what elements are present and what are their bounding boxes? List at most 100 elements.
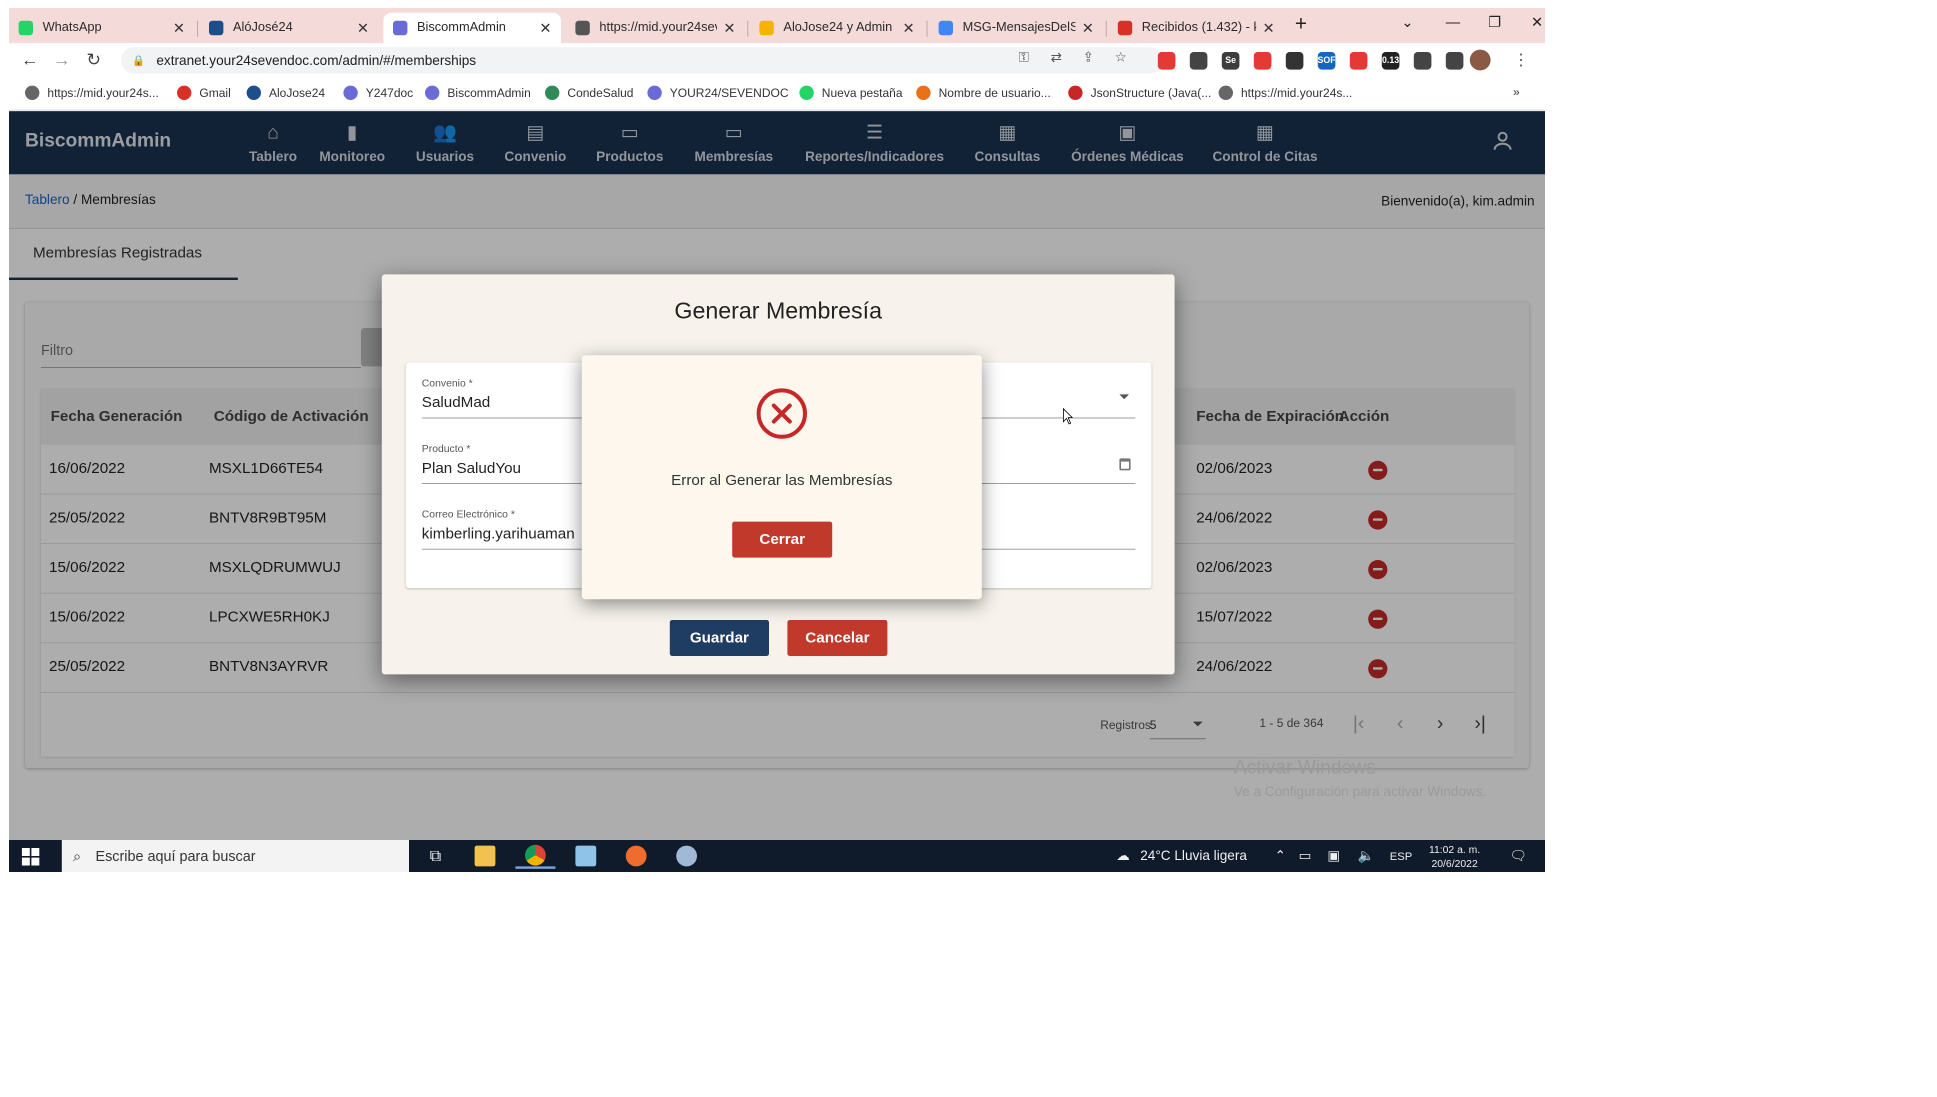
taskbar-search-placeholder: Escribe aquí para buscar	[95, 847, 256, 864]
cerrar-button[interactable]: Cerrar	[732, 521, 833, 558]
producto-value: Plan SaludYou	[421, 460, 521, 477]
ext-gear-icon[interactable]	[1189, 52, 1208, 70]
bookmark-item[interactable]: CondeSalud	[545, 85, 634, 100]
close-tab-icon[interactable]: ✕	[723, 20, 735, 37]
clock-date[interactable]: 20/6/2022	[1419, 858, 1491, 870]
ext-opera-icon[interactable]	[1349, 52, 1368, 70]
back-icon[interactable]: ←	[19, 50, 41, 71]
weather-icon[interactable]: ☁	[1116, 848, 1130, 864]
close-tab-icon[interactable]: ✕	[1082, 20, 1094, 37]
globe-icon	[1218, 85, 1233, 100]
ext-se-icon[interactable]: Se	[1221, 52, 1240, 70]
windows-taskbar: ⌕ Escribe aquí para buscar ⧉ ☁ 24°C Lluv…	[9, 840, 1545, 872]
url-text: extranet.your24sevendoc.com/admin/#/memb…	[156, 52, 477, 68]
close-window-icon[interactable]: ✕	[1525, 14, 1545, 31]
bookmark-label: Nombre de usuario...	[938, 86, 1051, 100]
clock-time[interactable]: 11:02 a. m.	[1419, 843, 1491, 855]
close-tab-icon[interactable]: ✕	[539, 20, 551, 37]
bookmark-item[interactable]: JsonStructure (Java(...	[1068, 85, 1211, 100]
file-explorer-icon[interactable]	[465, 843, 505, 869]
restore-icon[interactable]: ❐	[1483, 14, 1507, 31]
sidepanel-icon[interactable]	[1445, 52, 1464, 70]
pgadmin-taskbar-icon[interactable]	[667, 843, 707, 869]
volume-icon[interactable]: 🔈	[1358, 848, 1375, 864]
taskbar-search[interactable]: ⌕ Escribe aquí para buscar	[61, 840, 410, 872]
browser-tab[interactable]: AloJose24 y Admin - G ✕	[750, 13, 924, 43]
reload-icon[interactable]: ↻	[83, 50, 105, 71]
network-icon[interactable]: ▣	[1327, 848, 1340, 864]
globe-icon	[575, 20, 590, 36]
close-tab-icon[interactable]: ✕	[357, 20, 369, 37]
translate-icon[interactable]: ⇄	[1051, 50, 1062, 66]
bookmark-item[interactable]: https://mid.your24s...	[25, 85, 159, 100]
gmail-icon	[177, 85, 192, 100]
address-bar[interactable]: 🔒 extranet.your24sevendoc.com/admin/#/me…	[121, 47, 1164, 74]
bookmark-label: https://mid.your24s...	[1241, 86, 1353, 100]
bookmark-item[interactable]: AloJose24	[246, 85, 326, 100]
kebab-menu-icon[interactable]: ⋮	[1513, 50, 1529, 70]
browser-tab[interactable]: WhatsApp ✕	[9, 13, 195, 43]
calendar-icon[interactable]	[1119, 458, 1131, 471]
notifications-icon[interactable]: 🗨	[1510, 848, 1527, 864]
close-tab-icon[interactable]: ✕	[903, 20, 915, 37]
browser-tab-title: MSG-MensajesDelSist	[962, 20, 1076, 35]
browser-tab-title: WhatsApp	[42, 20, 102, 35]
windows-start-icon[interactable]	[21, 848, 40, 866]
task-view-icon[interactable]: ⧉	[415, 843, 455, 869]
ext-sof-icon[interactable]: SOF	[1318, 52, 1336, 70]
star-icon[interactable]: ☆	[1115, 50, 1127, 66]
close-tab-icon[interactable]: ✕	[173, 20, 185, 37]
tab-separator	[926, 20, 928, 37]
browser-tab-title: Recibidos (1.432) - kin	[1141, 20, 1256, 35]
whatsapp-icon	[799, 85, 814, 100]
bookmarks-more-icon[interactable]: »	[1513, 86, 1520, 100]
email-value: kimberling.yarihuaman	[421, 525, 575, 543]
notepad-taskbar-icon[interactable]	[566, 843, 606, 869]
ext-react-icon[interactable]	[1253, 52, 1272, 70]
minimize-icon[interactable]: —	[1441, 14, 1465, 31]
bookmark-label: BiscommAdmin	[447, 86, 531, 100]
browser-tab[interactable]: https://mid.your24sev ✕	[566, 13, 745, 43]
new-tab-button[interactable]: +	[1289, 11, 1313, 36]
bookmark-item[interactable]: Y247doc	[343, 85, 413, 100]
condesalud-icon	[545, 85, 560, 100]
tray-chevron-icon[interactable]: ⌃	[1275, 848, 1286, 864]
bookmark-label: AloJose24	[269, 86, 326, 100]
key-icon[interactable]: ⚿	[1019, 50, 1029, 66]
bookmark-item[interactable]: https://mid.your24s...	[1218, 85, 1353, 100]
browser-tab[interactable]: BiscommAdmin ✕	[383, 12, 561, 44]
postman-taskbar-icon[interactable]	[616, 843, 656, 869]
share-icon[interactable]: ⇪	[1083, 50, 1094, 66]
profile-avatar[interactable]	[1469, 49, 1491, 71]
dialog-title: Generar Membresía	[674, 298, 882, 324]
bookmark-label: CondeSalud	[567, 86, 634, 100]
weather-text[interactable]: 24°C Lluvia ligera	[1140, 848, 1247, 864]
battery-icon[interactable]: ▭	[1299, 848, 1312, 864]
browser-tab[interactable]: Recibidos (1.432) - kin ✕	[1108, 13, 1284, 43]
browser-tab[interactable]: MSG-MensajesDelSist ✕	[929, 13, 1103, 43]
ext-cls-icon[interactable]: 0.13	[1381, 52, 1400, 70]
close-tab-icon[interactable]: ✕	[1263, 20, 1275, 37]
cancelar-button[interactable]: Cancelar	[787, 620, 888, 656]
bookmark-item[interactable]: YOUR24/SEVENDOC	[647, 85, 789, 100]
guardar-button[interactable]: Guardar	[669, 620, 769, 656]
bookmark-item[interactable]: Nombre de usuario...	[916, 85, 1051, 100]
bookmark-item[interactable]: BiscommAdmin	[425, 85, 531, 100]
language-indicator[interactable]: ESP	[1390, 850, 1412, 863]
lock-icon: 🔒	[132, 54, 146, 66]
ext-arrow-icon[interactable]	[1285, 52, 1304, 70]
ext-red-icon[interactable]	[1157, 52, 1176, 70]
bookmark-item[interactable]: Nueva pestaña	[799, 85, 903, 100]
biscomm-icon	[425, 85, 440, 100]
tab-separator	[747, 20, 749, 37]
biscomm-icon	[393, 20, 408, 36]
chrome-taskbar-icon[interactable]	[515, 843, 556, 869]
producto-label: Producto *	[421, 442, 471, 455]
tab-search-icon[interactable]: ⌄	[1395, 14, 1419, 31]
extensions-puzzle-icon[interactable]	[1413, 52, 1432, 70]
bookmark-item[interactable]: Gmail	[177, 85, 231, 100]
browser-tab[interactable]: AlóJosé24 ✕	[199, 13, 378, 43]
y247-icon	[343, 85, 358, 100]
forward-icon[interactable]: →	[51, 50, 73, 71]
tab-separator	[1105, 20, 1107, 37]
